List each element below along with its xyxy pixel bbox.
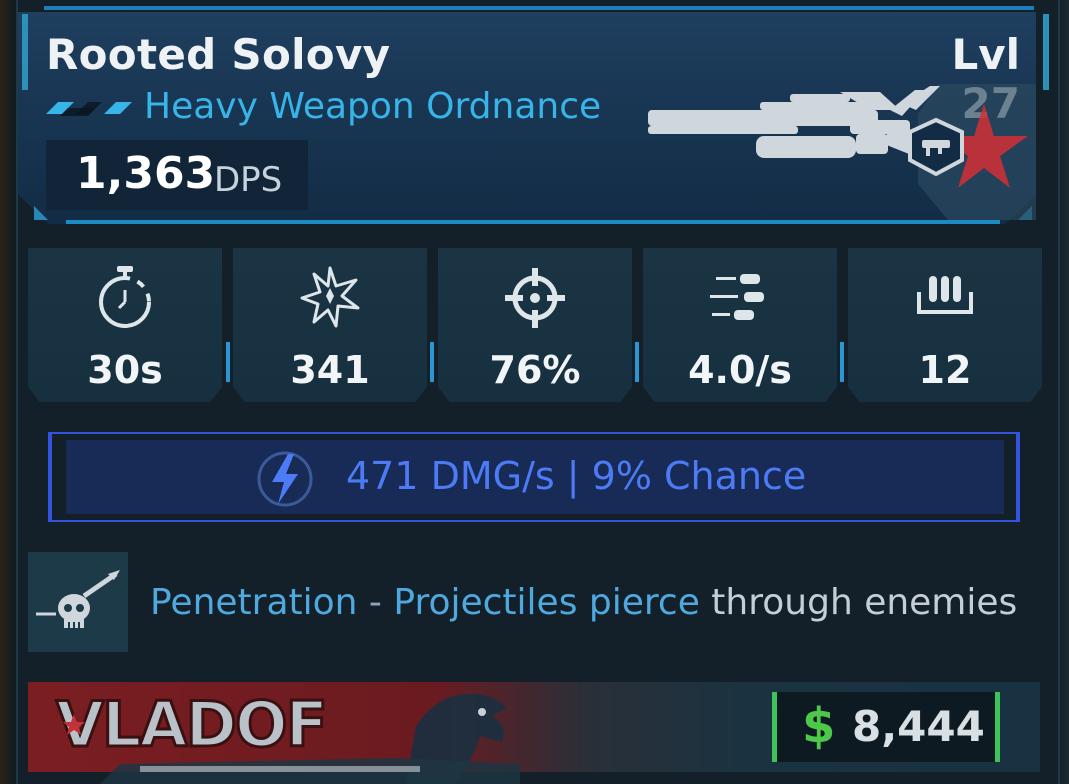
stat-divider	[430, 342, 434, 382]
header-cap-left	[22, 14, 28, 90]
perk-separator: -	[357, 582, 394, 623]
damage-burst-icon	[300, 266, 360, 328]
weapon-type: Heavy Weapon Ordnance	[144, 86, 602, 127]
stat-value-fire-rate: 4.0/s	[688, 348, 792, 392]
reload-timer-icon	[99, 266, 151, 328]
header-top-line	[44, 6, 1034, 10]
perk-rest: through enemies	[699, 582, 1018, 623]
dollar-sign-icon: $	[802, 698, 836, 754]
fire-rate-bullets-icon	[710, 274, 764, 320]
dps-value: 1,363	[76, 148, 216, 199]
rocket-launcher-art-icon	[648, 86, 964, 177]
stat-card-accuracy: 76%	[438, 248, 632, 402]
perk-name: Penetration	[150, 582, 358, 623]
magazine-ammo-icon	[917, 276, 973, 314]
shock-lightning-icon	[257, 451, 313, 507]
price-value: 8,444	[852, 702, 985, 751]
header-cap-right	[1043, 14, 1049, 90]
skull-projectile-icon	[36, 570, 120, 628]
stat-value-accuracy: 76%	[489, 348, 581, 392]
stat-card-magazine: 12	[848, 248, 1042, 402]
weapon-name: Rooted Solovy	[46, 30, 391, 79]
accuracy-crosshair-icon	[505, 268, 565, 328]
perk-description: Penetration - Projectiles pierce through…	[150, 582, 1017, 623]
stat-value-reload: 30s	[87, 348, 163, 392]
perk-highlight: Projectiles pierce	[393, 582, 700, 623]
rarity-chevrons-icon	[46, 102, 132, 116]
stat-card-fire-rate: 4.0/s	[643, 248, 837, 402]
stat-divider	[840, 342, 844, 382]
stat-value-magazine: 12	[918, 348, 972, 392]
stat-value-damage: 341	[290, 348, 370, 392]
stat-card-damage: 341	[233, 248, 427, 402]
frame-edge-left	[0, 0, 16, 784]
stat-card-reload: 30s	[28, 248, 222, 402]
manufacturer-weapon-silhouette	[100, 758, 520, 784]
header-bottom-line	[66, 220, 1000, 224]
element-damage-text: 471 DMG/s | 9% Chance	[346, 454, 807, 498]
stat-divider	[635, 342, 639, 382]
dps-unit: DPS	[214, 160, 283, 200]
dps-box: 1,363 DPS	[46, 140, 308, 210]
stat-divider	[226, 342, 230, 382]
